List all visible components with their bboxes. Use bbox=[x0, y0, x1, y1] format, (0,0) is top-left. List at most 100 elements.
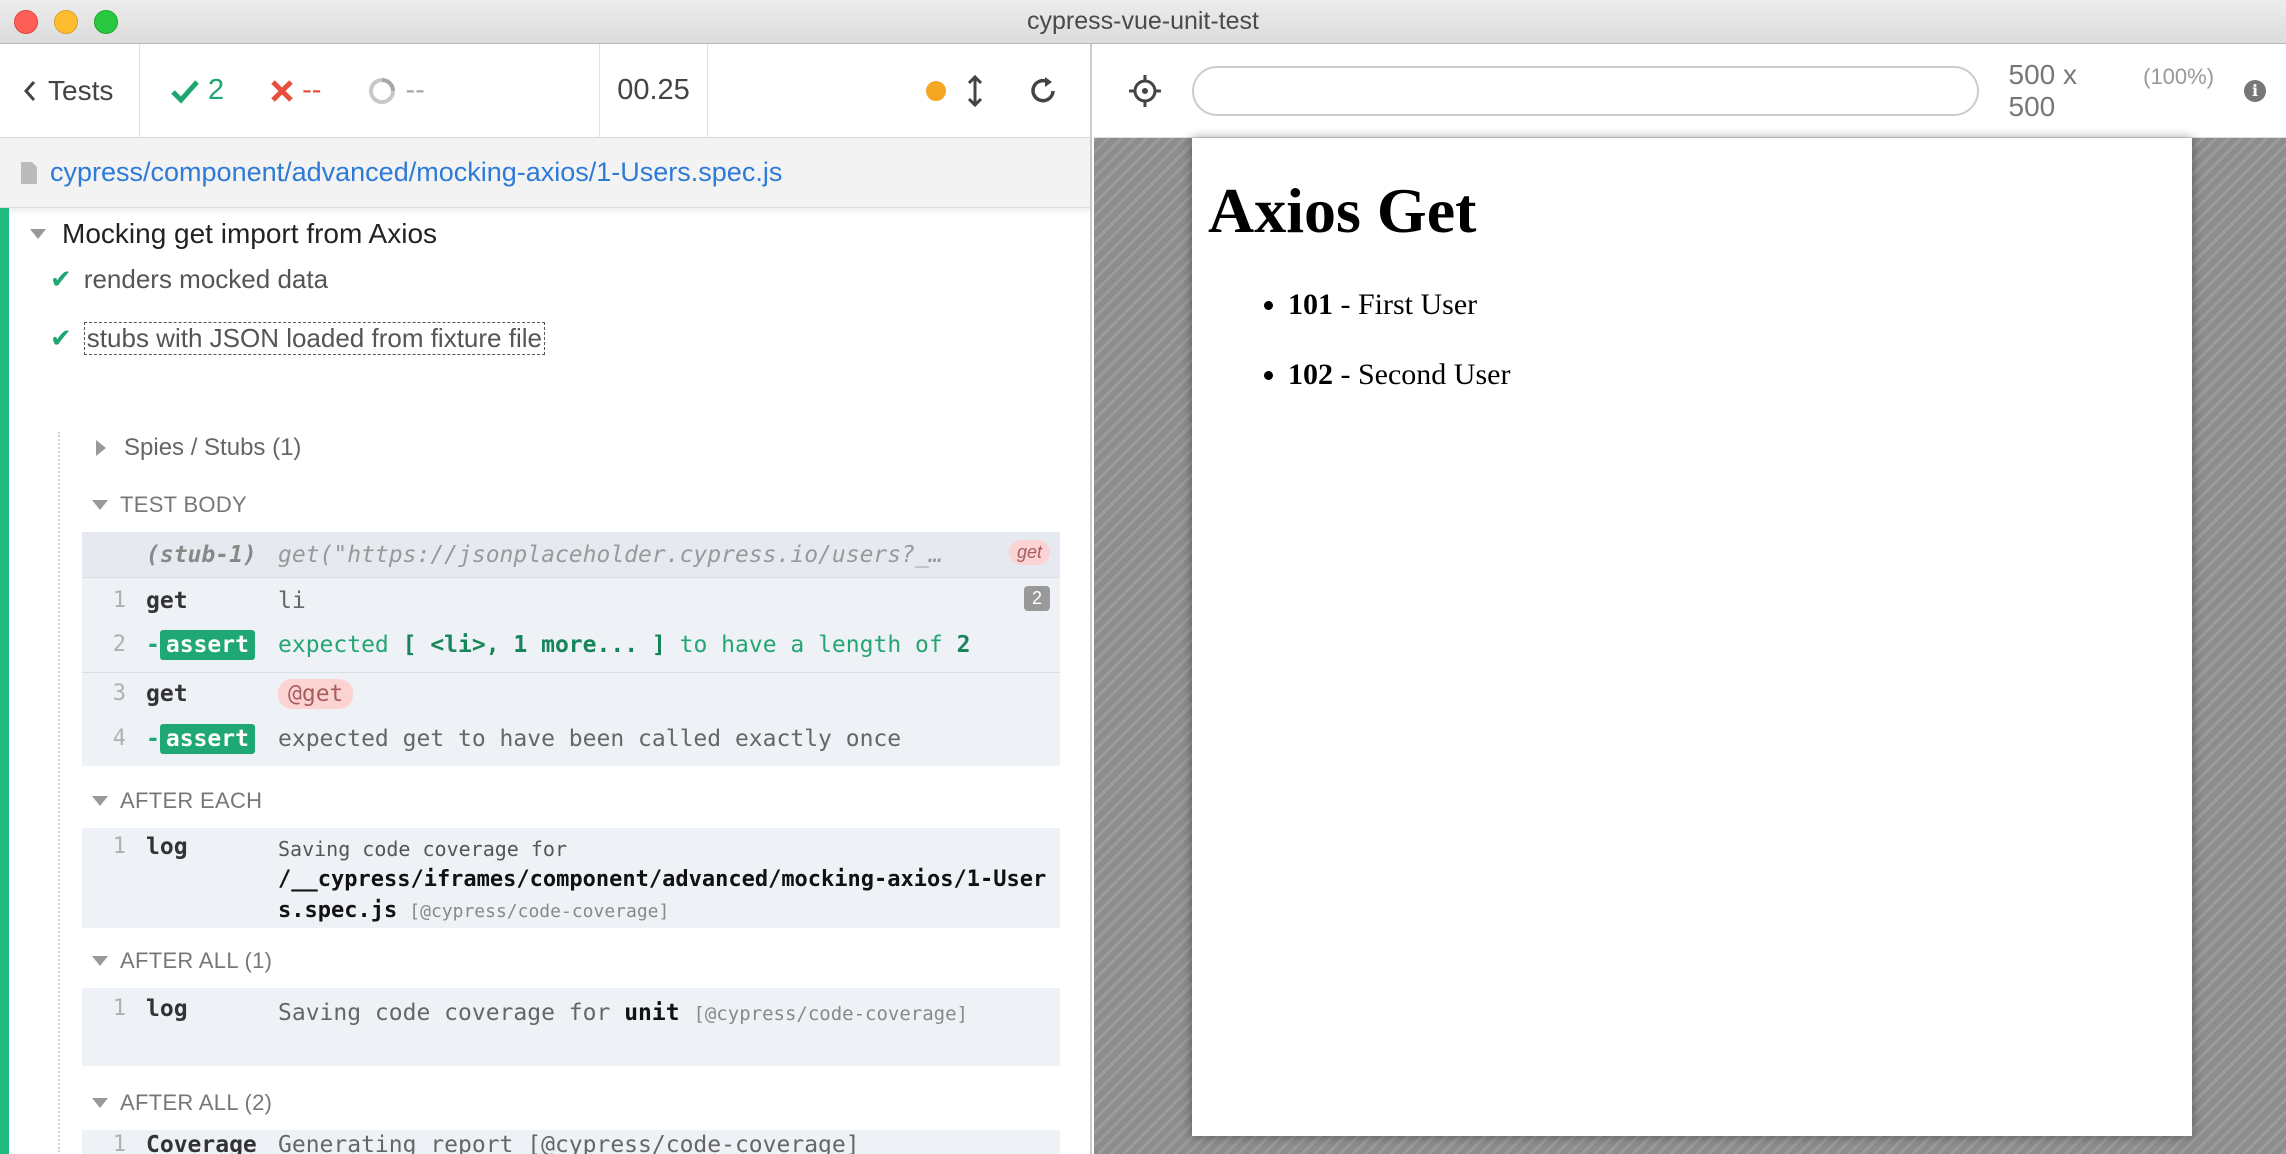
alias-badge: @get bbox=[278, 679, 354, 709]
command-name: Coverage bbox=[146, 1132, 257, 1154]
chevron-left-icon bbox=[23, 80, 36, 101]
command-row[interactable]: 2 - assert expected [ <li>, 1 more... ] t… bbox=[82, 624, 1060, 672]
back-to-tests-button[interactable]: Tests bbox=[0, 44, 140, 137]
assert-badge: assert bbox=[159, 630, 255, 660]
user-list: 101 - First User 102 - Second User bbox=[1208, 288, 2176, 392]
test-body-header[interactable]: TEST BODY bbox=[92, 492, 247, 518]
x-icon bbox=[271, 79, 293, 102]
after-all-1-commands: 1 log Saving code coverage for unit [@cy… bbox=[82, 988, 1060, 1066]
reporter-pane: Tests 2 -- -- 00.25 cypress/component/ad… bbox=[0, 44, 1092, 1154]
caret-down-icon bbox=[30, 229, 46, 239]
section-label: TEST BODY bbox=[120, 492, 247, 517]
section-label: AFTER ALL (1) bbox=[120, 948, 273, 973]
attempt-guide bbox=[58, 432, 60, 1152]
caret-down-icon bbox=[92, 796, 108, 806]
after-all-2-header[interactable]: AFTER ALL (2) bbox=[92, 1090, 272, 1116]
caret-down-icon bbox=[92, 956, 108, 966]
command-row[interactable]: 1 log Saving code coverage for/__cypress… bbox=[82, 828, 1060, 927]
stub-row[interactable]: (stub-1) get("https://jsonplaceholder.cy… bbox=[82, 532, 1060, 578]
window-title: cypress-vue-unit-test bbox=[1026, 7, 1260, 35]
spinner-icon bbox=[369, 77, 396, 104]
viewport-size: 500 x 500 bbox=[2008, 58, 2078, 122]
test-title: renders mocked data bbox=[83, 264, 329, 294]
command-row[interactable]: 1 log Saving code coverage for unit [@cy… bbox=[82, 988, 1060, 1031]
check-icon: ✔ bbox=[50, 323, 72, 353]
command-number: 1 bbox=[112, 588, 126, 613]
check-icon: ✔ bbox=[50, 264, 72, 294]
command-name: - assert bbox=[126, 724, 278, 754]
info-icon[interactable]: i bbox=[2244, 79, 2266, 102]
user-name: - First User bbox=[1340, 288, 1478, 321]
suite-status-bar bbox=[0, 208, 9, 1154]
aut-stage: Axios Get 101 - First User 102 - Second … bbox=[1094, 138, 2286, 1154]
url-input[interactable] bbox=[1191, 65, 1979, 116]
assert-badge: assert bbox=[159, 724, 255, 754]
spies-stubs-toggle[interactable]: Spies / Stubs (1) bbox=[96, 434, 301, 462]
after-each-header[interactable]: AFTER EACH bbox=[92, 788, 262, 814]
failed-count: -- bbox=[302, 74, 322, 106]
pending-stat: -- bbox=[367, 74, 425, 107]
selector-playground-icon[interactable] bbox=[1128, 74, 1162, 108]
spec-path-link[interactable]: cypress/component/advanced/mocking-axios… bbox=[50, 157, 782, 188]
after-all-2-commands: 1 Coverage Generating report [@cypress/c… bbox=[82, 1130, 1060, 1154]
command-name: get bbox=[146, 681, 188, 707]
user-id: 101 bbox=[1288, 288, 1333, 321]
window-titlebar: cypress-vue-unit-test bbox=[0, 0, 2286, 44]
test-item[interactable]: ✔ stubs with JSON loaded from fixture fi… bbox=[50, 322, 545, 355]
command-message: @get bbox=[278, 679, 1060, 709]
test-title: stubs with JSON loaded from fixture file bbox=[83, 322, 545, 355]
file-icon bbox=[21, 161, 37, 184]
command-message: Generating report [@cypress/code-coverag… bbox=[278, 1132, 860, 1154]
caret-right-icon bbox=[96, 440, 106, 456]
close-window-button[interactable] bbox=[14, 10, 38, 34]
maximize-window-button[interactable] bbox=[94, 10, 118, 34]
command-message: Saving code coverage for unit [@cypress/… bbox=[278, 1000, 968, 1026]
command-row[interactable]: 3 get @get bbox=[82, 672, 1060, 718]
user-name: - Second User bbox=[1340, 358, 1511, 391]
spies-stubs-label: Spies / Stubs (1) bbox=[124, 434, 302, 461]
stub-alias: get bbox=[1008, 540, 1050, 565]
command-number: 2 bbox=[112, 632, 126, 657]
caret-down-icon bbox=[92, 1098, 108, 1108]
user-list-item: 101 - First User bbox=[1288, 288, 2176, 322]
auto-scroll-toggle-icon[interactable] bbox=[966, 74, 984, 107]
command-number: 1 bbox=[112, 834, 126, 859]
command-number: 4 bbox=[112, 726, 126, 751]
section-label: AFTER EACH bbox=[120, 788, 263, 813]
minimize-window-button[interactable] bbox=[54, 10, 78, 34]
command-message: Saving code coverage for/__cypress/ifram… bbox=[278, 837, 1047, 923]
command-name: log bbox=[146, 834, 188, 860]
stub-name: (stub-1) bbox=[146, 542, 257, 568]
reporter-controls bbox=[708, 44, 1090, 137]
section-label: AFTER ALL (2) bbox=[120, 1090, 273, 1115]
run-duration: 00.25 bbox=[600, 44, 708, 137]
window-controls bbox=[14, 10, 118, 34]
command-row[interactable]: 4 - assert expected get to have been call… bbox=[82, 718, 1060, 764]
back-label: Tests bbox=[48, 74, 114, 106]
suite-header[interactable]: Mocking get import from Axios bbox=[30, 218, 437, 250]
passed-count: 2 bbox=[208, 74, 225, 106]
viewport-scale: (100%) bbox=[2143, 63, 2215, 89]
stub-message: get("https://jsonplaceholder.cypress.io/… bbox=[278, 542, 943, 568]
command-number: 1 bbox=[112, 996, 126, 1021]
element-count-badge: 2 bbox=[1023, 586, 1050, 611]
user-list-item: 102 - Second User bbox=[1288, 358, 2176, 392]
after-all-1-header[interactable]: AFTER ALL (1) bbox=[92, 948, 272, 974]
check-icon bbox=[171, 79, 199, 104]
viewport-info: 500 x 500 (100%) bbox=[2009, 59, 2215, 123]
failed-stat: -- bbox=[270, 74, 321, 107]
caret-down-icon bbox=[92, 500, 108, 510]
passed-stat: 2 bbox=[170, 74, 224, 107]
command-name: log bbox=[146, 996, 188, 1022]
test-item[interactable]: ✔ renders mocked data bbox=[50, 264, 328, 295]
command-row[interactable]: 1 get li 2 bbox=[82, 578, 1060, 624]
command-message: li bbox=[278, 588, 306, 614]
aut-header: 500 x 500 (100%) i bbox=[1094, 44, 2286, 138]
command-message: expected get to have been called exactly… bbox=[278, 726, 902, 752]
spec-path-bar: cypress/component/advanced/mocking-axios… bbox=[0, 138, 1090, 208]
suite-title: Mocking get import from Axios bbox=[62, 218, 438, 249]
test-stats: 2 -- -- bbox=[140, 44, 600, 137]
command-row[interactable]: 1 Coverage Generating report [@cypress/c… bbox=[82, 1130, 1060, 1154]
rerun-icon[interactable] bbox=[1026, 74, 1060, 108]
command-name: get bbox=[146, 588, 188, 614]
